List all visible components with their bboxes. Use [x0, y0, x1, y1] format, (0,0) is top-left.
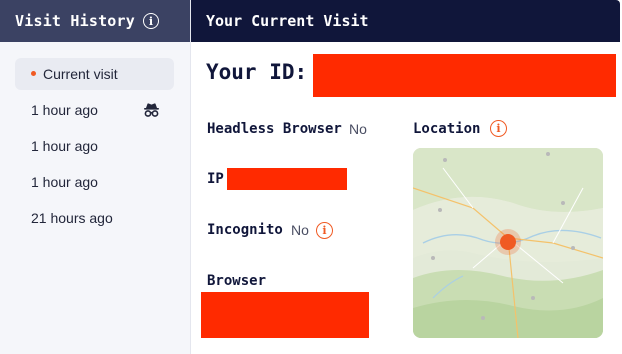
map-graphic — [413, 148, 603, 338]
history-item-label: 1 hour ago — [31, 102, 98, 118]
incognito-spy-icon — [144, 103, 159, 117]
headless-browser-value: No — [349, 121, 367, 137]
location-label: Location — [413, 121, 481, 137]
history-item[interactable]: 1 hour ago — [15, 94, 174, 126]
visit-history-sidebar: Visit History i Current visit 1 hour ago… — [0, 0, 191, 354]
sidebar-header: Visit History i — [0, 0, 190, 42]
incognito-label: Incognito — [207, 222, 283, 238]
location-dot — [500, 234, 516, 250]
location-info-icon[interactable]: i — [490, 120, 507, 137]
main-header: Your Current Visit — [191, 0, 620, 42]
history-item-label: 1 hour ago — [31, 174, 98, 190]
incognito-info-icon[interactable]: i — [316, 222, 333, 239]
history-item[interactable]: 1 hour ago — [15, 130, 174, 162]
current-visit-panel: Your Current Visit Your ID: Headless Bro… — [191, 0, 620, 354]
history-item-label: 21 hours ago — [31, 210, 113, 226]
ip-label: IP — [207, 171, 224, 187]
browser-label: Browser — [207, 273, 267, 289]
visitor-id-redaction — [313, 54, 616, 97]
visit-app: Visit History i Current visit 1 hour ago… — [0, 0, 620, 354]
incognito-value: No — [291, 222, 309, 238]
ip-redaction — [227, 168, 347, 190]
visit-history-list: Current visit 1 hour ago 1 hour ago 1 ho… — [0, 42, 190, 234]
history-item-label: 1 hour ago — [31, 138, 98, 154]
history-item[interactable]: 21 hours ago — [15, 202, 174, 234]
location-map[interactable] — [413, 148, 603, 338]
history-item[interactable]: 1 hour ago — [15, 166, 174, 198]
your-id-label: Your ID: — [206, 60, 308, 84]
main-title: Your Current Visit — [206, 12, 369, 30]
headless-browser-label: Headless Browser — [207, 121, 342, 137]
current-dot-icon — [31, 71, 36, 76]
sidebar-title: Visit History — [15, 12, 135, 30]
info-icon[interactable]: i — [143, 13, 159, 29]
browser-redaction — [201, 292, 369, 338]
history-item-current[interactable]: Current visit — [15, 58, 174, 90]
history-item-label: Current visit — [43, 66, 118, 82]
